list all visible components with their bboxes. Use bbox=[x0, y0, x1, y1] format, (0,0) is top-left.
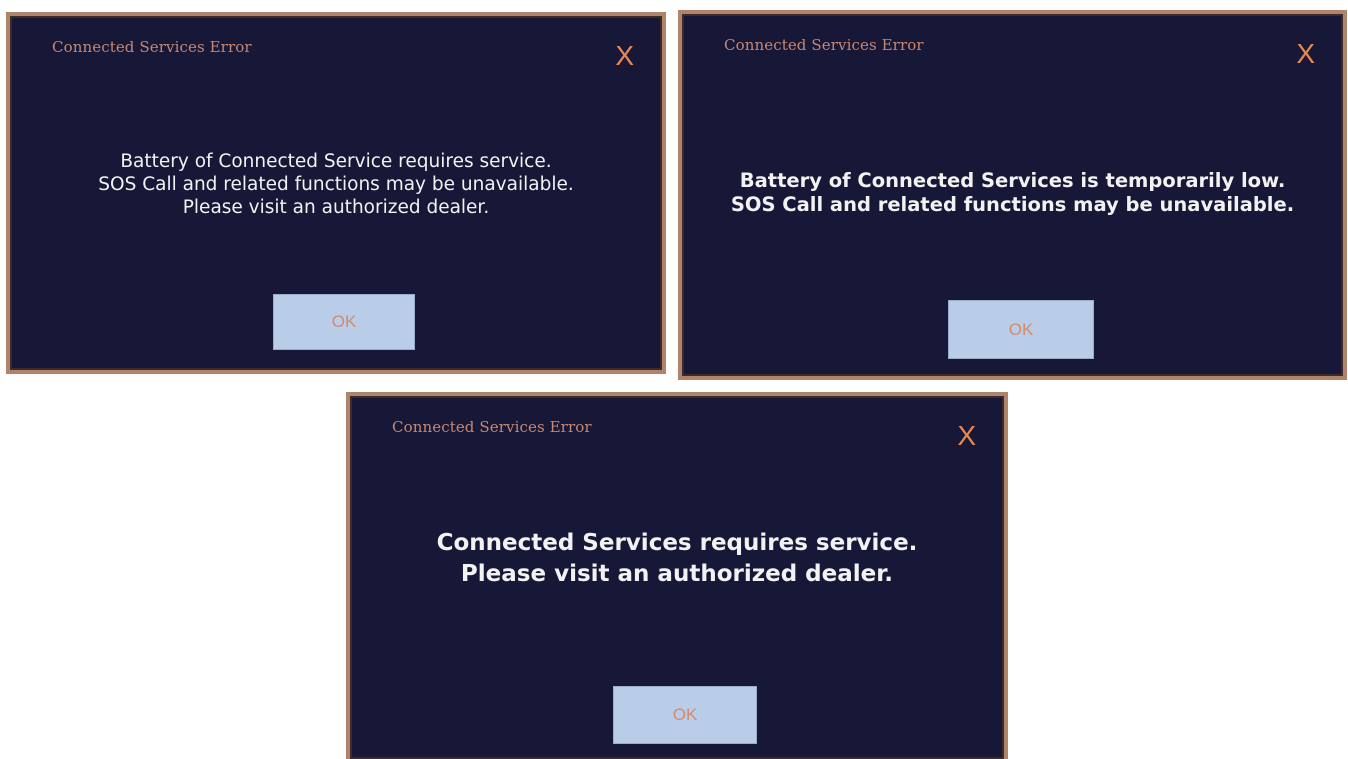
dialog-message: Battery of Connected Service requires se… bbox=[10, 150, 662, 219]
error-dialog-service-required: Connected Services Error X Connected Ser… bbox=[346, 392, 1008, 759]
close-icon[interactable]: X bbox=[957, 422, 976, 450]
dialog-message: Connected Services requires service. Ple… bbox=[350, 528, 1004, 591]
error-dialog-battery-low: Connected Services Error X Battery of Co… bbox=[678, 10, 1347, 380]
ok-button[interactable]: OK bbox=[948, 300, 1094, 359]
message-line: SOS Call and related functions may be un… bbox=[730, 193, 1295, 217]
message-line: Please visit an authorized dealer. bbox=[460, 561, 894, 588]
error-dialog-battery-service: Connected Services Error X Battery of Co… bbox=[6, 12, 666, 374]
message-line: Battery of Connected Services is tempora… bbox=[739, 169, 1286, 192]
message-line: Connected Services requires service. bbox=[436, 530, 918, 556]
dialog-title: Connected Services Error bbox=[392, 418, 592, 436]
message-line: Please visit an authorized dealer. bbox=[182, 197, 490, 219]
ok-button[interactable]: OK bbox=[613, 686, 757, 744]
dialog-title: Connected Services Error bbox=[52, 38, 252, 56]
dialog-message: Battery of Connected Services is tempora… bbox=[682, 169, 1343, 218]
message-line: SOS Call and related functions may be un… bbox=[98, 174, 574, 196]
close-icon[interactable]: X bbox=[1296, 40, 1315, 68]
ok-button[interactable]: OK bbox=[273, 294, 415, 350]
message-line: Battery of Connected Service requires se… bbox=[120, 151, 552, 172]
dialog-title: Connected Services Error bbox=[724, 36, 924, 54]
close-icon[interactable]: X bbox=[615, 42, 634, 70]
